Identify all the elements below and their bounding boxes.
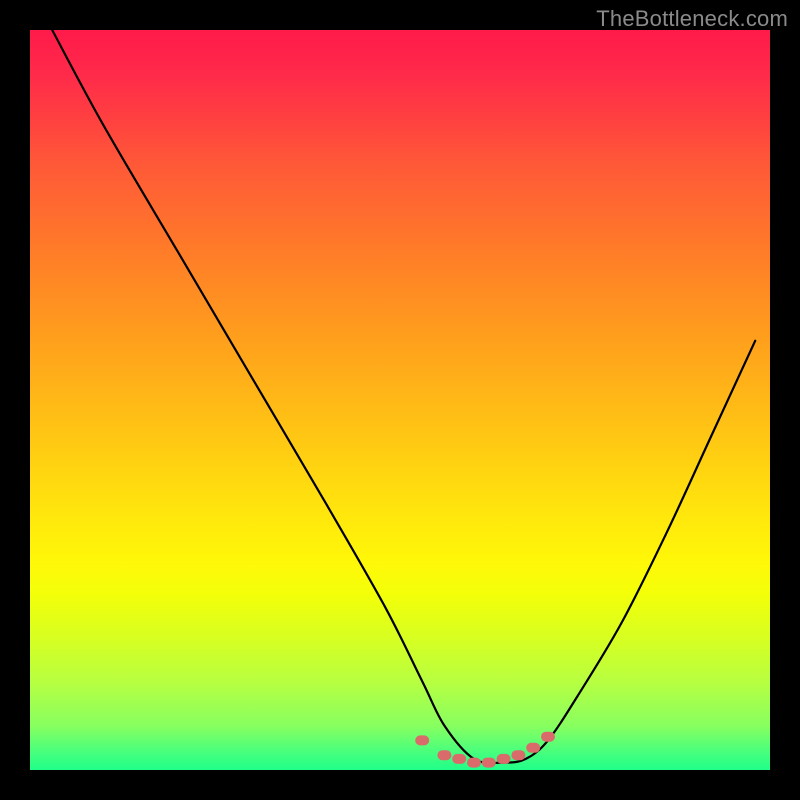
- marker-dot: [541, 732, 555, 742]
- marker-dot: [526, 743, 540, 753]
- marker-dot: [467, 758, 481, 768]
- watermark-text: TheBottleneck.com: [596, 6, 788, 32]
- flat-region-markers: [415, 732, 555, 768]
- marker-dot: [497, 754, 511, 764]
- chart-container: TheBottleneck.com: [0, 0, 800, 800]
- marker-dot: [415, 735, 429, 745]
- marker-dot: [482, 758, 496, 768]
- marker-dot: [452, 754, 466, 764]
- bottleneck-curve: [52, 30, 755, 763]
- marker-dot: [437, 750, 451, 760]
- curve-layer: [30, 30, 770, 770]
- marker-dot: [511, 750, 525, 760]
